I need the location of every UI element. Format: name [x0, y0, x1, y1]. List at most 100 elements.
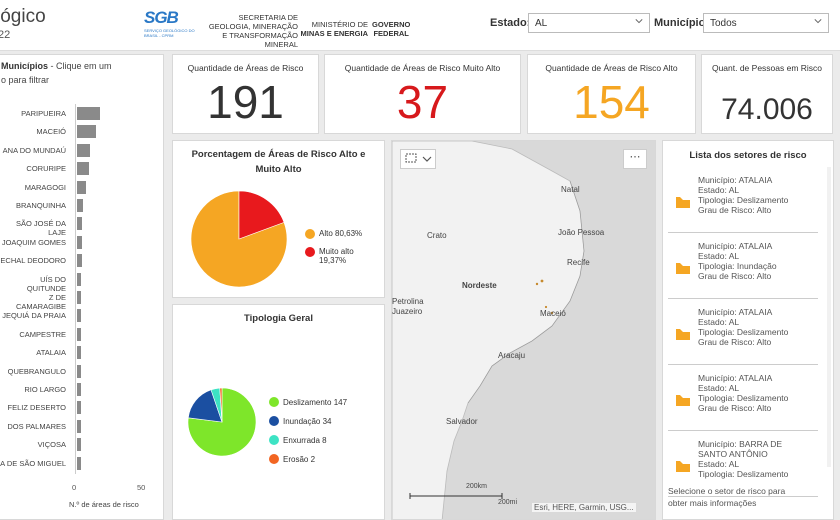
- bar[interactable]: [77, 327, 81, 341]
- map-label: Natal: [561, 185, 580, 194]
- bar-category-label[interactable]: MARAGOGI: [0, 183, 66, 192]
- bar[interactable]: [77, 364, 81, 378]
- map-label: Maceió: [540, 309, 566, 318]
- bar[interactable]: [77, 217, 83, 231]
- risk-marker[interactable]: [535, 282, 539, 286]
- bar-category-label[interactable]: FELIZ DESERTO: [0, 403, 67, 412]
- bar-category-label[interactable]: ECHAL DEODORO: [0, 256, 66, 265]
- bar-category-label[interactable]: A DE SÃO MIGUEL: [0, 459, 66, 468]
- bar[interactable]: [77, 383, 81, 396]
- legend-item: Inundação 34: [283, 417, 332, 426]
- map-select-tool-button[interactable]: [400, 149, 436, 169]
- risk-item-line: Tipologia: Deslizamento: [698, 469, 789, 479]
- risk-list-footer-line: Selecione o setor de risco para: [668, 486, 786, 496]
- bar-category-label[interactable]: RIO LARGO: [0, 385, 66, 394]
- map-attribution[interactable]: Esri, HERE, Garmin, USG...: [532, 503, 636, 512]
- risk-item-line: Município: BARRA DE: [698, 439, 783, 449]
- bar-category-label[interactable]: CORURIPE: [0, 164, 66, 173]
- legend-dot: [269, 397, 279, 407]
- bar[interactable]: [77, 438, 81, 452]
- municipios-panel: Municípios - Clique em um o para filtrar…: [0, 54, 164, 520]
- risk-list-item[interactable]: Município: ATALAIA Estado: AL Tipologia: D…: [668, 301, 818, 365]
- risk-item-line: Grau de Risco: Alto: [698, 205, 772, 215]
- bar[interactable]: [77, 199, 84, 212]
- risk-item-line: Estado: AL: [698, 459, 740, 469]
- bar-category-label[interactable]: JEQUIÁ DA PRAIA: [0, 311, 66, 320]
- ellipsis-icon: ⋯: [629, 151, 641, 163]
- map-label: João Pessoa: [558, 228, 605, 237]
- risk-list-scrollbar[interactable]: [827, 167, 831, 467]
- risk-item-line: Estado: AL: [698, 383, 740, 393]
- risk-marker[interactable]: [540, 279, 544, 283]
- chevron-down-icon: [814, 19, 822, 24]
- bar[interactable]: [77, 401, 81, 415]
- bar[interactable]: [77, 125, 97, 139]
- bar-category-label[interactable]: ANA DO MUNDAÚ: [0, 146, 66, 155]
- map-label: Aracaju: [498, 351, 526, 360]
- risk-item-line: Tipologia: Deslizamento: [698, 327, 789, 337]
- bar-category-label[interactable]: JOAQUIM GOMES: [0, 238, 66, 247]
- bar[interactable]: [77, 254, 83, 268]
- legend-dot: [269, 435, 279, 445]
- bar[interactable]: [77, 346, 81, 360]
- bar-category-label[interactable]: PARIPUEIRA: [0, 109, 66, 118]
- risk-item-line: Tipologia: Inundação: [698, 261, 777, 271]
- risk-item-details: Município: ATALAIA Estado: AL Tipologia: D…: [698, 307, 788, 347]
- municipio-label: Município:: [654, 17, 709, 29]
- header-bar: lógico 22 SGB SERVIÇO GEOLÓGICO DO BRASI…: [0, 0, 840, 51]
- risk-item-line: Município: ATALAIA: [698, 175, 773, 185]
- risk-marker[interactable]: [544, 305, 548, 309]
- risk-area-icon: [676, 461, 690, 472]
- bar[interactable]: [77, 272, 81, 286]
- bar[interactable]: [77, 309, 81, 323]
- bar-category-label[interactable]: CAMPESTRE: [0, 330, 66, 339]
- pie-risk-level-title: Porcentagem de Áreas de Risco Alto e Mui…: [191, 149, 366, 175]
- bar-category-label[interactable]: ATALAIA: [0, 348, 66, 357]
- risk-item-line: Município: ATALAIA: [698, 307, 773, 317]
- bar[interactable]: [77, 235, 83, 249]
- risk-list-item[interactable]: Município: ATALAIA Estado: AL Tipologia: D…: [668, 169, 818, 233]
- bar-category-label[interactable]: DOS PALMARES: [0, 422, 66, 431]
- risk-item-details: Município: ATALAIA Estado: AL Tipologia: I…: [698, 241, 777, 281]
- bar[interactable]: [77, 419, 81, 433]
- risk-list-item[interactable]: Município: ATALAIA Estado: AL Tipologia: I…: [668, 235, 818, 299]
- risk-item-line: Tipologia: Deslizamento: [698, 393, 789, 403]
- legend-label: Erosão: [283, 455, 309, 464]
- risk-list-footer-line: obter mais informações: [668, 498, 757, 508]
- legend-dot: [269, 416, 279, 426]
- bar[interactable]: [77, 180, 86, 194]
- bar-category-label[interactable]: Z DE CAMARAGIBE: [0, 293, 66, 311]
- governo-federal-logo: GOVERNO FEDERAL: [372, 20, 410, 38]
- map-panel[interactable]: ⋯ Natal João Pessoa Crato Recife Nordest…: [391, 140, 656, 520]
- sgb-logo: SGB SERVIÇO GEOLÓGICO DO BRASIL - CPRM: [144, 8, 196, 42]
- bar-category-label[interactable]: SÃO JOSÉ DA LAJE: [0, 219, 66, 237]
- legend-value: 147: [333, 398, 348, 407]
- map-canvas[interactable]: [392, 141, 656, 520]
- bar-category-label[interactable]: BRANQUINHA: [0, 201, 66, 210]
- municipio-select[interactable]: Todos: [703, 13, 829, 33]
- bar-category-label[interactable]: UÍS DO QUITUNDE: [0, 275, 66, 293]
- bar[interactable]: [77, 291, 81, 304]
- bar-category-label[interactable]: MACEIÓ: [0, 127, 66, 136]
- bar-category-label[interactable]: QUEBRANGULO: [0, 367, 66, 376]
- legend-dot-muito-alto: [305, 247, 315, 257]
- pie-tipologia-chart: [187, 387, 257, 457]
- map-label: Juazeiro: [392, 307, 423, 316]
- estado-select[interactable]: AL: [528, 13, 650, 33]
- bar-category-label[interactable]: VIÇOSA: [0, 440, 66, 449]
- map-more-options-button[interactable]: ⋯: [623, 149, 647, 169]
- risk-area-icon: [676, 197, 690, 208]
- kpi-value: 37: [396, 76, 449, 128]
- pie-risk-level-panel: Porcentagem de Áreas de Risco Alto e Mui…: [172, 140, 385, 298]
- municipios-title-hint: - Clique em um: [50, 61, 112, 71]
- risk-list-item[interactable]: Município: ATALAIA Estado: AL Tipologia: D…: [668, 367, 818, 431]
- bar[interactable]: [77, 107, 101, 120]
- risk-item-details: Município: ATALAIA Estado: AL Tipologia: D…: [698, 175, 788, 215]
- risk-item-line: Estado: AL: [698, 317, 740, 327]
- bar[interactable]: [77, 162, 89, 176]
- bar[interactable]: [77, 456, 81, 470]
- risk-item-line: Município: ATALAIA: [698, 373, 773, 383]
- legend-alto: Alto 80,63%: [319, 229, 362, 238]
- bar[interactable]: [77, 143, 90, 157]
- select-lasso-icon: [405, 153, 432, 163]
